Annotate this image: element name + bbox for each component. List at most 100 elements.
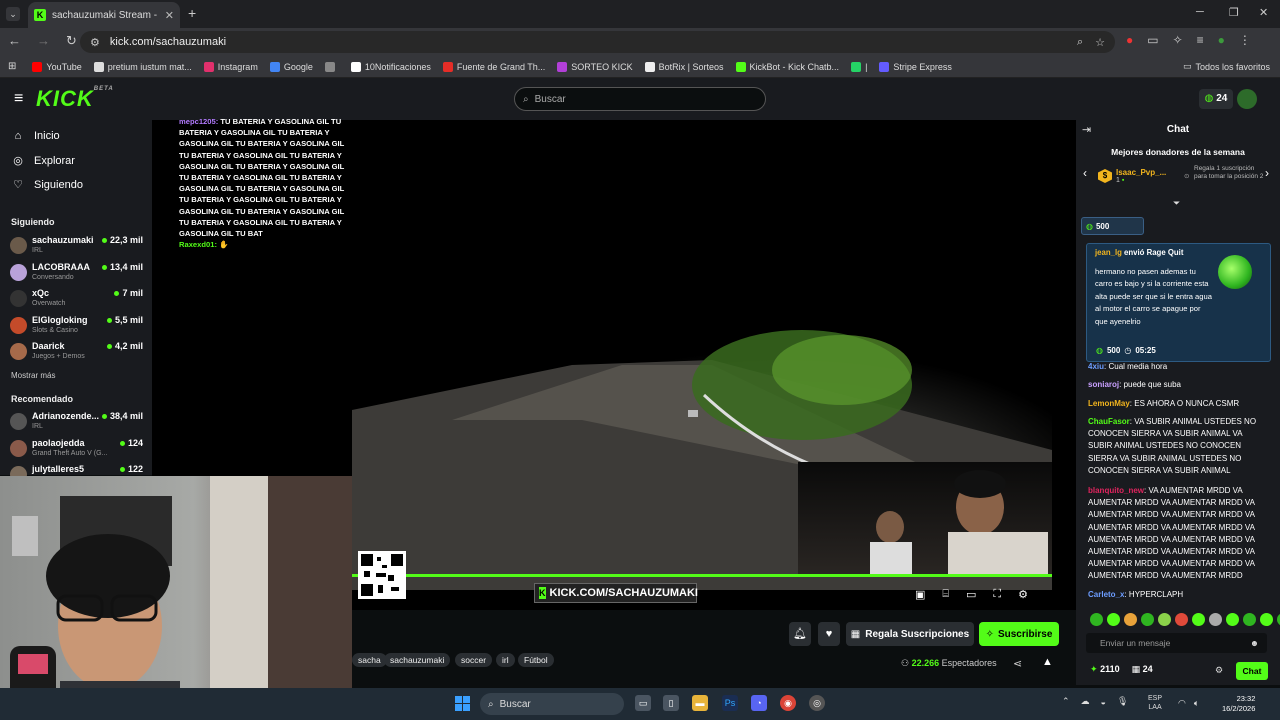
chevron-right-icon[interactable]: › (1265, 166, 1269, 180)
chrome-icon[interactable]: ◉ (780, 695, 796, 711)
bookmark-item[interactable]: KickBot - Kick Chatb... (735, 61, 839, 72)
user-avatar[interactable] (1237, 89, 1257, 109)
forward-icon[interactable]: → (37, 33, 50, 49)
reload-icon[interactable]: ↻ (66, 33, 77, 49)
emote-icon[interactable] (1243, 613, 1256, 626)
bookmark-star-icon[interactable]: ☆ (1095, 36, 1105, 49)
top-donor[interactable]: $ Isaac_Pvp_... 1 ▪ (1098, 168, 1166, 184)
chevron-up-icon[interactable]: ⌃ (1062, 696, 1070, 707)
emote-icon[interactable] (1107, 613, 1120, 626)
extensions-puzzle-icon[interactable]: ✧ (1173, 33, 1183, 47)
bookmark-item[interactable]: BotRix | Sorteos (644, 61, 724, 72)
points-balance[interactable]: ✦ 2110 (1090, 664, 1120, 675)
sidebar-item-explorar[interactable]: ◎ Explorar (12, 154, 75, 168)
kicks-balance[interactable]: ◍ 24 (1199, 89, 1233, 109)
menu-kebab-icon[interactable]: ⋮ (1239, 33, 1251, 47)
fullscreen-icon[interactable]: ⛶ (993, 588, 1001, 601)
settings-gear-icon[interactable]: ⚙ (1018, 588, 1028, 601)
browser-tab[interactable]: K sachauzumaki Stream - Watch ✕ (28, 2, 180, 28)
extension-icon[interactable]: ▭ (1147, 33, 1158, 47)
clip-icon[interactable]: ⌸ (942, 588, 949, 601)
theater-mode-icon[interactable]: ▭ (966, 588, 976, 601)
windows-start-icon[interactable] (455, 696, 470, 711)
menu-hamburger-icon[interactable]: ≡ (14, 90, 23, 108)
close-window-icon[interactable]: ✕ (1259, 6, 1268, 19)
app-icon[interactable]: ▯ (663, 695, 679, 711)
minimize-icon[interactable]: ─ (1196, 6, 1204, 18)
volume-icon[interactable]: 🔈︎ (1194, 698, 1199, 709)
emoji-picker-icon[interactable]: ☻ (1250, 633, 1259, 653)
kick-logo[interactable]: KICKBETA (36, 86, 114, 112)
apps-grid-icon[interactable]: ⊞ (8, 61, 16, 72)
emote-icon[interactable] (1175, 613, 1188, 626)
show-more-link[interactable]: Mostrar más (11, 371, 55, 380)
subscribe-button[interactable]: ✧ Suscribirse (979, 622, 1059, 646)
chat-username[interactable]: LemonMay (1088, 399, 1130, 408)
chat-username[interactable]: ChauFasor (1088, 417, 1130, 426)
taskbar-search[interactable]: ⌕ Buscar (480, 693, 624, 715)
app-icon[interactable]: ◎ (809, 695, 825, 711)
task-view-icon[interactable]: ▭ (635, 695, 651, 711)
channel-item[interactable]: Daarick Juegos + Demos 4,2 mil (10, 340, 146, 366)
chat-username[interactable]: blanquito_new (1088, 486, 1144, 495)
bookmark-item[interactable]: | (851, 61, 867, 72)
next-donor-slot[interactable]: ⊙ Regala 1 suscripción para tomar la posi… (1184, 165, 1264, 180)
new-tab-icon[interactable]: + (188, 5, 196, 21)
site-search-input[interactable]: ⌕ Buscar (514, 87, 766, 111)
pip-icon[interactable]: ▣ (915, 588, 925, 601)
bookmark-item[interactable]: 10Notificaciones (350, 61, 431, 72)
chat-message-input[interactable]: Enviar un mensaje ☻ (1086, 633, 1267, 653)
report-flag-icon[interactable]: ▲ (1042, 656, 1053, 668)
bookmark-item[interactable]: Google (269, 61, 313, 72)
extension-icon[interactable]: ● (1126, 33, 1133, 47)
notification-bell-icon[interactable]: 🔔︎ (789, 622, 811, 646)
language-indicator[interactable]: ESP LAA (1148, 694, 1162, 712)
bookmark-item[interactable]: pretium iustum mat... (93, 61, 192, 72)
stream-tag[interactable]: soccer (455, 653, 493, 667)
stream-tag[interactable]: Fútbol (518, 653, 554, 667)
emote-icon[interactable] (1226, 613, 1239, 626)
zoom-icon[interactable]: ⌕ (1077, 36, 1083, 49)
profile-avatar-icon[interactable]: ● (1218, 33, 1225, 47)
back-icon[interactable]: ← (8, 33, 21, 49)
gift-subs-button[interactable]: ▦ Regala Suscripciones (846, 622, 974, 646)
bookmark-item[interactable]: Fuente de Grand Th... (442, 61, 545, 72)
chat-username[interactable]: soniaroj (1088, 380, 1119, 389)
file-explorer-icon[interactable]: ▬ (692, 695, 708, 711)
chat-username[interactable]: Carleto_x (1088, 590, 1124, 599)
tab-search-icon[interactable]: ⌄ (6, 7, 20, 21)
channel-item[interactable]: Adrianozende... IRL 38,4 mil (10, 410, 146, 436)
tray-app-icon[interactable]: ☁ (1081, 696, 1090, 707)
media-icon[interactable]: ≡ (1197, 33, 1204, 47)
all-bookmarks[interactable]: ▭ Todos los favoritos (1183, 61, 1270, 72)
bookmark-item[interactable]: Stripe Express (879, 61, 952, 72)
channel-item[interactable]: LACOBRAAA Conversando 13,4 mil (10, 261, 146, 287)
emote-icon[interactable] (1141, 613, 1154, 626)
channel-item[interactable]: xQc Overwatch 7 mil (10, 287, 146, 313)
close-tab-icon[interactable]: ✕ (165, 9, 174, 22)
chat-username[interactable]: 4xiu (1088, 362, 1104, 371)
address-bar[interactable]: ⚙ kick.com/sachauzumaki ⌕ ☆ (80, 31, 1115, 53)
sidebar-item-siguiendo[interactable]: ♡ Siguiendo (12, 178, 83, 192)
bookmark-item[interactable]: YouTube (32, 61, 82, 72)
stream-tag[interactable]: sachauzumaki (384, 653, 451, 667)
sidebar-item-inicio[interactable]: ⌂ Inicio (12, 130, 60, 142)
bookmark-item[interactable] (324, 61, 339, 72)
gifts-balance[interactable]: ▦ 24 (1132, 664, 1153, 675)
emote-icon[interactable] (1124, 613, 1137, 626)
channel-item[interactable]: ElGlogloking Slots & Casino 5,5 mil (10, 314, 146, 340)
clock[interactable]: 23:32 16/2/2026 (1222, 694, 1255, 714)
emote-icon[interactable] (1209, 613, 1222, 626)
tray-app-icon[interactable]: ◒ (1101, 697, 1106, 707)
filter-icon[interactable]: ⏷ (1173, 198, 1180, 209)
chat-send-button[interactable]: Chat (1236, 662, 1268, 680)
channel-item[interactable]: sachauzumaki IRL 22,3 mil (10, 234, 146, 260)
site-info-icon[interactable]: ⚙ (90, 36, 100, 49)
chevron-left-icon[interactable]: ‹ (1083, 166, 1087, 180)
emote-icon[interactable] (1158, 613, 1171, 626)
channel-item[interactable]: paolaojedda Grand Theft Auto V (G... 124 (10, 437, 146, 463)
pinned-kicks-chip[interactable]: ◍ 500 (1081, 217, 1144, 235)
bookmark-item[interactable]: Instagram (203, 61, 258, 72)
discord-icon[interactable]: ◔ (751, 695, 767, 711)
emote-icon[interactable] (1192, 613, 1205, 626)
